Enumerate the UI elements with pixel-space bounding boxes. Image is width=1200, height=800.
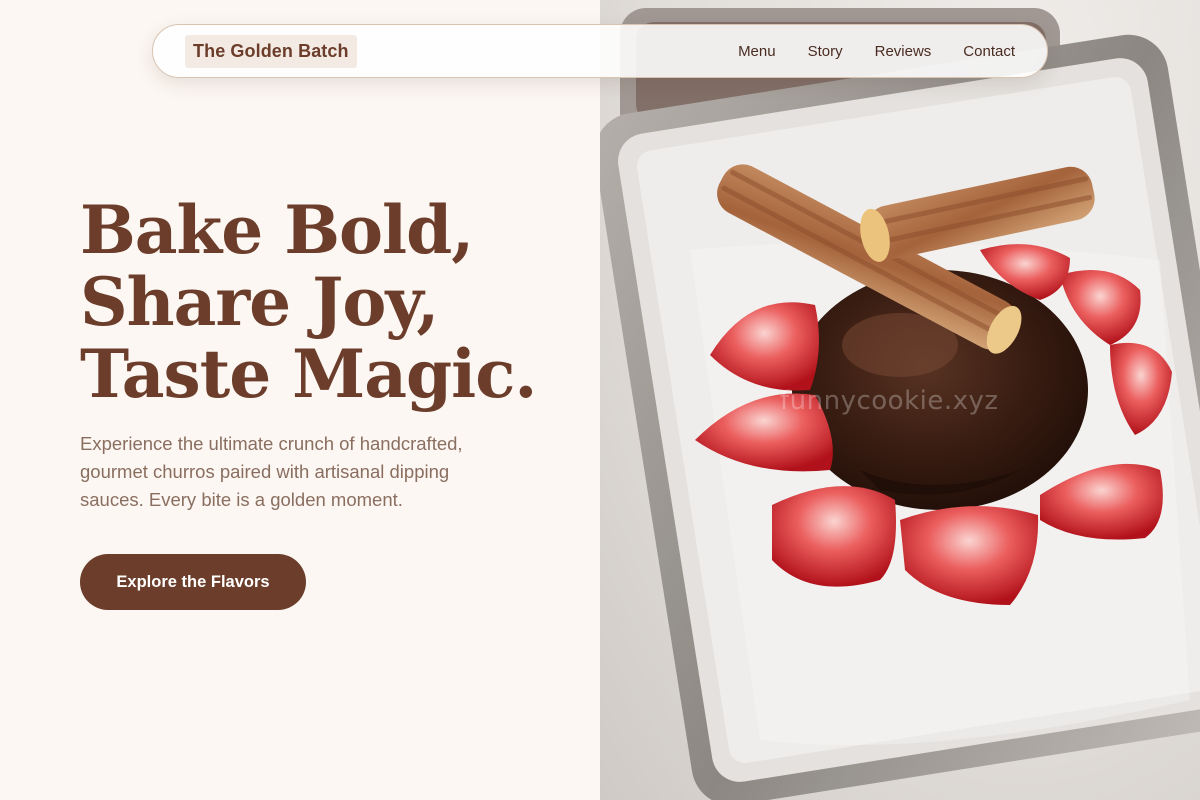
hero-description: Experience the ultimate crunch of handcr… bbox=[80, 433, 463, 510]
brand-logo[interactable]: The Golden Batch bbox=[185, 34, 357, 68]
top-navigation: The Golden Batch Menu Story Reviews Cont… bbox=[152, 24, 1048, 78]
nav-links: Menu Story Reviews Contact bbox=[738, 43, 1015, 60]
nav-link-contact[interactable]: Contact bbox=[963, 43, 1015, 60]
explore-flavors-button[interactable]: Explore the Flavors bbox=[80, 554, 306, 610]
nav-link-reviews[interactable]: Reviews bbox=[875, 43, 932, 60]
nav-link-story[interactable]: Story bbox=[808, 43, 843, 60]
hero-title-line-2: Share Joy, bbox=[80, 263, 439, 341]
hero-title: Bake Bold, Share Joy, Taste Magic. bbox=[80, 194, 600, 410]
hero-title-line-1: Bake Bold, bbox=[80, 191, 474, 269]
hero-title-line-3: Taste Magic. bbox=[80, 335, 537, 413]
nav-link-menu[interactable]: Menu bbox=[738, 43, 776, 60]
watermark-text: funnycookie.xyz bbox=[780, 386, 999, 416]
